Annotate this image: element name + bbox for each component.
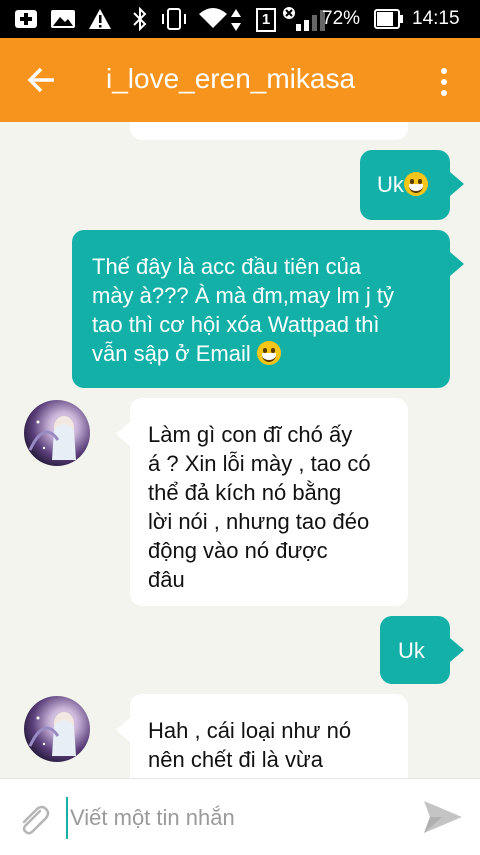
message-bubble-sent[interactable]: Thế đây là acc đầu tiên của mày à??? À m… <box>72 230 450 388</box>
message-bubble-sent[interactable]: Uk <box>360 150 450 220</box>
send-icon[interactable] <box>420 797 464 837</box>
contact-avatar[interactable] <box>24 400 90 466</box>
vibrate-icon <box>162 8 186 30</box>
clock: 14:15 <box>412 8 460 29</box>
battery-percent: 72% <box>322 8 361 29</box>
message-bubble-sent[interactable]: Uk <box>380 616 450 684</box>
bluetooth-icon <box>133 7 147 31</box>
message-line: Hah , cái loại như nó <box>148 718 352 743</box>
chat-title: i_love_eren_mikasa <box>106 63 356 94</box>
data-arrows-icon <box>231 9 241 31</box>
message-list[interactable]: Uk Thế đây là acc đầu tiên của mày à??? … <box>0 122 480 778</box>
composer-bar <box>0 778 480 855</box>
app-bar: i_love_eren_mikasa <box>0 38 480 122</box>
bubble-tail <box>116 422 130 446</box>
add-notification-icon <box>15 10 37 28</box>
message-line: đâu <box>148 567 185 592</box>
image-notification-icon <box>51 10 75 28</box>
attachment-paperclip-icon[interactable] <box>14 799 54 839</box>
warning-icon <box>89 9 111 29</box>
overflow-menu-icon[interactable] <box>432 62 456 102</box>
message-bubble-received[interactable]: Hah , cái loại như nó nên chết đi là vừa <box>130 694 408 778</box>
message-line: thể đả kích nó bằng <box>148 480 342 505</box>
message-line: vẫn sập ở Email <box>92 341 251 366</box>
message-input[interactable] <box>66 797 402 839</box>
message-line: Làm gì con đĩ chó ấy <box>148 422 353 447</box>
smile-emoji-icon <box>256 341 281 365</box>
message-bubble-partial <box>130 122 408 140</box>
message-text: Uk <box>398 638 425 663</box>
message-line: lời nói , nhưng tao đéo <box>148 509 370 534</box>
bubble-tail <box>116 718 130 742</box>
bubble-tail <box>450 638 464 662</box>
battery-icon <box>374 9 403 29</box>
message-text: Uk <box>377 172 404 197</box>
message-line: nên chết đi là vừa <box>148 747 323 772</box>
message-line: động vào nó được <box>148 538 328 563</box>
wifi-icon <box>199 8 227 28</box>
message-line: Thế đây là acc đầu tiên của <box>92 254 362 279</box>
sim-slot-badge: 1 <box>256 8 276 32</box>
message-line: mày à??? À mà đm,may lm j tỷ <box>92 283 394 308</box>
status-bar: 1 72% 14:15 <box>0 0 480 38</box>
bubble-tail <box>450 252 464 276</box>
back-arrow-icon[interactable] <box>22 60 62 100</box>
message-line: tao thì cơ hội xóa Wattpad thì <box>92 312 380 337</box>
contact-avatar[interactable] <box>24 696 90 762</box>
message-bubble-received[interactable]: Làm gì con đĩ chó ấy á ? Xin lỗi mày , t… <box>130 398 408 606</box>
smile-emoji-icon <box>403 172 428 196</box>
message-line: á ? Xin lỗi mày , tao có <box>148 451 371 476</box>
bubble-tail <box>450 172 464 196</box>
